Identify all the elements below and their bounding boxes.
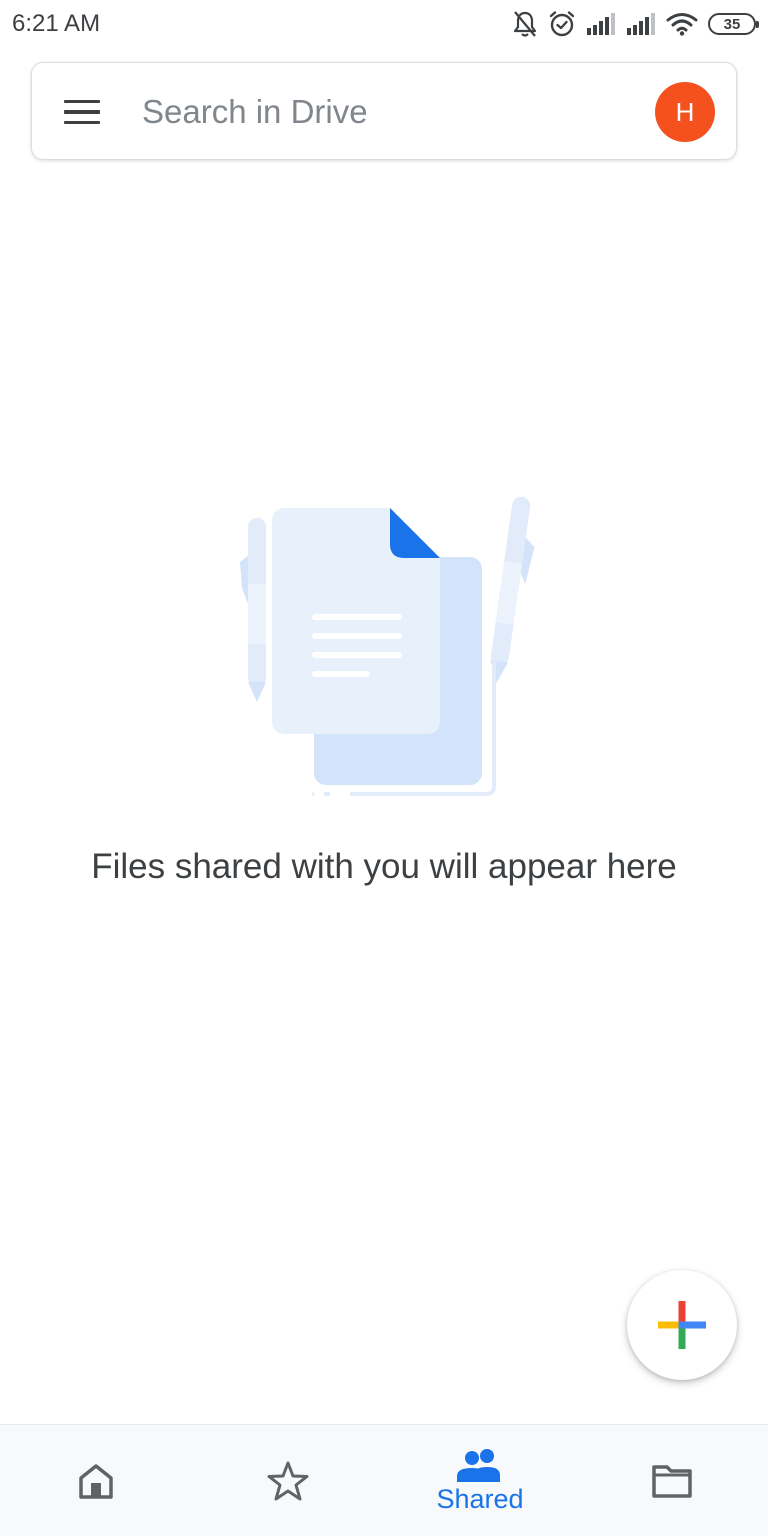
nav-shared[interactable]: Shared [384,1425,576,1536]
people-icon [457,1448,500,1482]
battery-icon: 35 [708,13,759,35]
bottom-navigation: Shared [0,1424,768,1536]
signal-icon [627,13,655,35]
avatar[interactable]: H [655,82,715,142]
bell-off-icon [513,11,537,37]
alarm-icon [549,11,575,37]
menu-button[interactable] [60,92,104,132]
status-icons: 35 [512,8,759,40]
nav-shared-label: Shared [436,1483,524,1514]
hamburger-line [64,110,100,114]
status-time: 6:21 AM [12,10,101,37]
signal-icon [587,13,615,35]
right-pen-icon [490,496,535,683]
new-button[interactable] [627,1270,737,1380]
shared-files-illustration [240,496,535,796]
hamburger-line [64,120,100,125]
multicolor-plus-icon [658,1301,706,1349]
wifi-icon [666,13,698,36]
nav-files[interactable] [576,1425,768,1536]
star-icon [267,1461,309,1501]
home-icon [79,1464,113,1499]
nav-starred[interactable] [192,1425,384,1536]
search-bar: H [31,62,737,160]
hamburger-line [64,99,100,104]
folder-icon [652,1465,692,1498]
battery-level: 35 [723,15,741,33]
search-input[interactable] [142,87,612,137]
nav-home[interactable] [0,1425,192,1536]
status-bar: 6:21 AM 35 [0,0,768,48]
left-pen-icon [240,518,266,702]
empty-state-message: Files shared with you will appear here [91,847,677,886]
